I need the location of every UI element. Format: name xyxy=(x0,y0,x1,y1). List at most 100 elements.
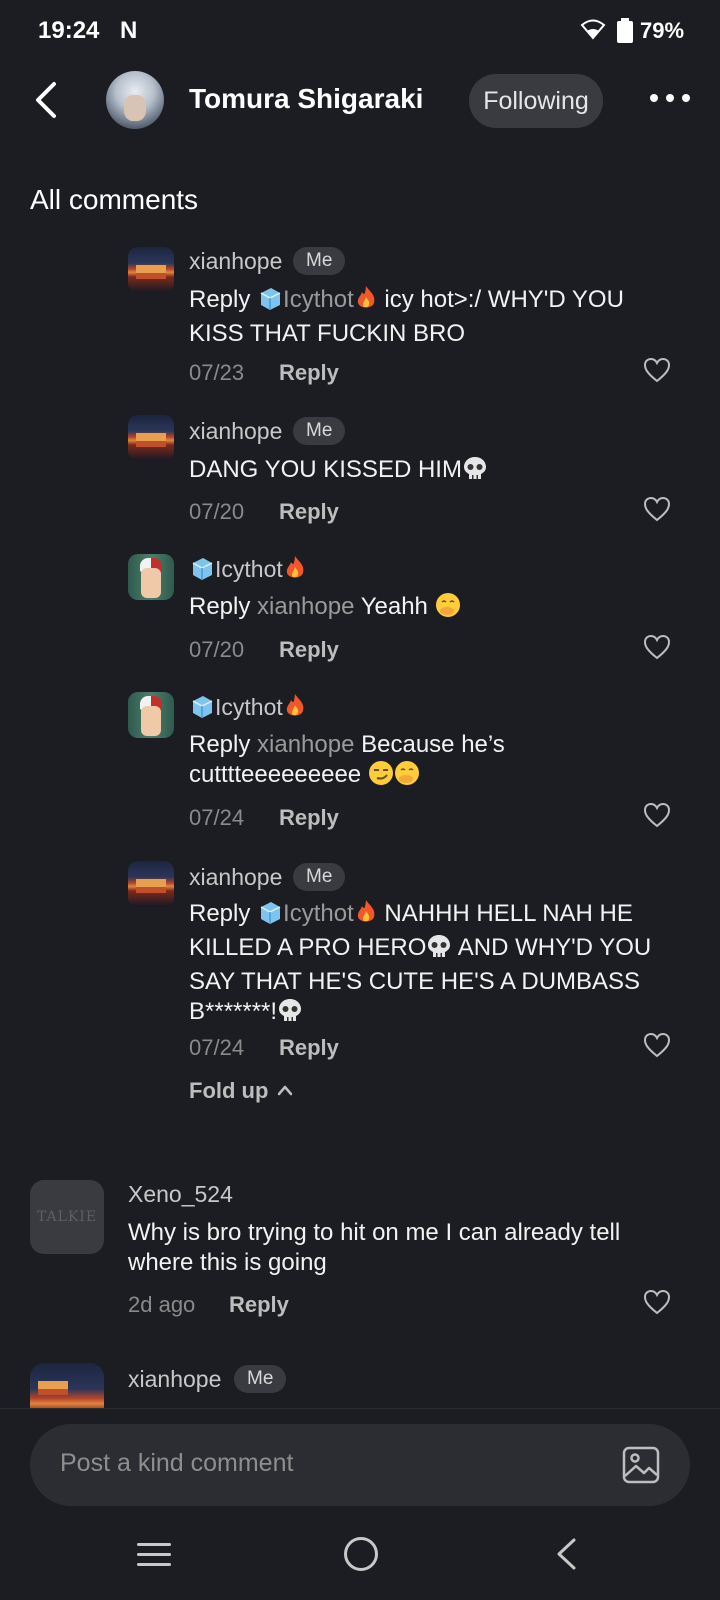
text-fragment: SAY THAT HE'S CUTE HE'S A DUMBASS xyxy=(189,968,641,995)
comment-text: Why is bro trying to hit on me I can alr… xyxy=(128,1218,688,1278)
smirk-icon xyxy=(368,760,394,794)
ice-cube-icon xyxy=(189,555,215,587)
heart-outline-icon[interactable] xyxy=(643,1032,671,1058)
comment-input-bar: Post a kind comment xyxy=(0,1409,720,1519)
home-icon[interactable] xyxy=(344,1537,378,1571)
avatar[interactable]: TALKIE xyxy=(30,1180,104,1254)
username-text: Icythot xyxy=(215,556,283,582)
following-button[interactable]: Following xyxy=(469,74,603,128)
battery-icon xyxy=(617,18,633,43)
heart-outline-icon[interactable] xyxy=(643,496,671,522)
reply-prefix: Reply xyxy=(189,593,251,620)
username[interactable]: xianhope xyxy=(189,418,282,445)
reply-button[interactable]: Reply xyxy=(279,805,339,831)
profile-name[interactable]: Tomura Shigaraki xyxy=(189,83,423,115)
text-fragment: Yeahh xyxy=(354,593,428,620)
username[interactable]: xianhope xyxy=(128,1366,221,1393)
fold-up-button[interactable]: Fold up xyxy=(189,1078,268,1104)
fire-icon xyxy=(354,285,378,319)
reply-button[interactable]: Reply xyxy=(279,499,339,525)
reply-button[interactable]: Reply xyxy=(229,1292,289,1318)
image-icon[interactable] xyxy=(622,1446,660,1484)
text-fragment: KISS THAT FUCKIN BRO xyxy=(189,320,466,347)
system-nav-bar xyxy=(0,1519,720,1600)
username[interactable]: xianhope xyxy=(189,248,282,275)
text-fragment: cutttteeeeeeeee xyxy=(189,761,362,788)
avatar[interactable] xyxy=(128,415,174,461)
more-dots-icon[interactable] xyxy=(650,86,694,110)
username-text: Icythot xyxy=(215,694,283,720)
comment-input-placeholder: Post a kind comment xyxy=(60,1449,294,1477)
comment-date: 07/20 xyxy=(189,637,245,662)
text-fragment: NAHHH HELL NAH HE xyxy=(377,900,633,927)
mention[interactable]: xianhope xyxy=(257,593,354,620)
comment-text: DANG YOU KISSED HIM xyxy=(189,455,679,489)
ice-cube-icon xyxy=(257,285,283,319)
comment-text: Reply Icythot NAHHH HELL NAH HE KILLED A… xyxy=(189,899,689,1031)
mention[interactable]: Icythot xyxy=(283,286,354,313)
reply-prefix: Reply xyxy=(189,731,251,758)
ice-cube-icon xyxy=(189,693,215,725)
status-bar: 19:24 N 79% xyxy=(0,0,720,60)
profile-header: Tomura Shigaraki Following xyxy=(0,62,720,142)
reply-button[interactable]: Reply xyxy=(279,1035,339,1061)
me-badge: Me xyxy=(293,863,346,891)
text-fragment: AND WHY'D YOU xyxy=(452,934,652,961)
netflix-notification-icon: N xyxy=(120,17,138,44)
section-title: All comments xyxy=(30,184,199,215)
heart-outline-icon[interactable] xyxy=(643,1289,671,1315)
text-fragment: Why is bro trying to hit on me I can alr… xyxy=(128,1219,621,1246)
skull-icon xyxy=(277,997,303,1031)
reply-prefix: Reply xyxy=(189,286,251,313)
text-fragment: where this is going xyxy=(128,1249,327,1276)
me-badge: Me xyxy=(293,417,346,445)
skull-icon xyxy=(462,455,488,489)
username[interactable]: Icythot xyxy=(189,693,307,725)
text-fragment: B*******! xyxy=(189,998,278,1025)
heart-outline-icon[interactable] xyxy=(643,634,671,660)
username[interactable]: Icythot xyxy=(189,555,307,587)
comment-date: 07/24 xyxy=(189,805,245,830)
comment-date: 07/20 xyxy=(189,499,245,524)
fire-icon xyxy=(354,899,378,933)
text-fragment: Because he’s xyxy=(354,731,505,758)
comment-text: Reply xianhope Yeahh xyxy=(189,592,679,626)
battery-percentage: 79% xyxy=(640,18,685,43)
nav-back-icon[interactable] xyxy=(554,1537,578,1571)
mention[interactable]: Icythot xyxy=(283,900,354,927)
hand-over-mouth-icon xyxy=(394,760,420,794)
reply-prefix: Reply xyxy=(189,900,251,927)
comment-input[interactable]: Post a kind comment xyxy=(30,1424,690,1506)
reply-button[interactable]: Reply xyxy=(279,637,339,663)
username[interactable]: Xeno_524 xyxy=(128,1181,233,1208)
fire-icon xyxy=(283,693,307,725)
comment-date: 07/24 xyxy=(189,1035,245,1060)
comment-date: 2d ago xyxy=(128,1292,196,1317)
username[interactable]: xianhope xyxy=(189,864,282,891)
fire-icon xyxy=(283,555,307,587)
status-time: 19:24 xyxy=(38,17,100,44)
text-fragment: icy hot>:/ WHY'D YOU xyxy=(377,286,624,313)
avatar[interactable] xyxy=(128,692,174,738)
reply-button[interactable]: Reply xyxy=(279,360,339,386)
me-badge: Me xyxy=(234,1365,287,1393)
hand-over-mouth-icon xyxy=(435,592,461,626)
profile-avatar[interactable] xyxy=(106,71,164,129)
chevron-up-icon[interactable] xyxy=(277,1084,293,1096)
wifi-icon xyxy=(580,19,606,40)
back-arrow-icon[interactable] xyxy=(26,78,66,122)
avatar[interactable] xyxy=(128,554,174,600)
text-fragment: DANG YOU KISSED HIM xyxy=(189,456,462,483)
skull-icon xyxy=(426,933,452,967)
avatar[interactable] xyxy=(128,247,174,293)
comment-text: Reply xianhope Because he’s cutttteeeeee… xyxy=(189,730,679,794)
ice-cube-icon xyxy=(257,899,283,933)
text-fragment: KILLED A PRO HERO xyxy=(189,934,427,961)
heart-outline-icon[interactable] xyxy=(643,802,671,828)
avatar[interactable] xyxy=(128,861,174,907)
me-badge: Me xyxy=(293,247,346,275)
recent-apps-icon[interactable] xyxy=(137,1541,171,1569)
comment-text: Reply Icythot icy hot>:/ WHY'D YOU KISS … xyxy=(189,285,679,349)
heart-outline-icon[interactable] xyxy=(643,357,671,383)
mention[interactable]: xianhope xyxy=(257,731,354,758)
